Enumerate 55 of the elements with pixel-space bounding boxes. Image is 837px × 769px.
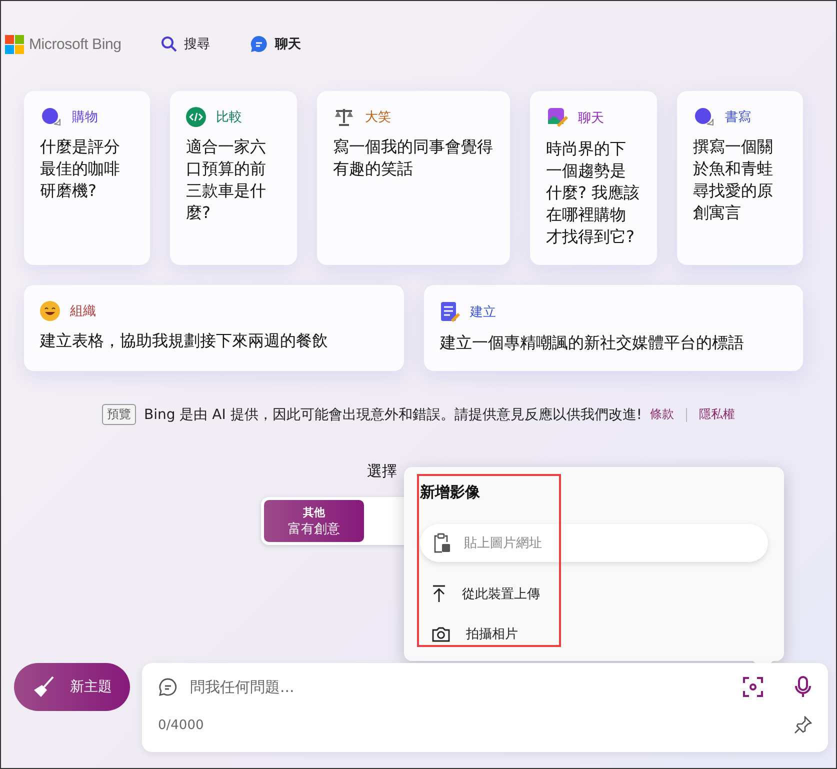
chat-bubble-icon bbox=[693, 107, 715, 127]
card-category: 聊天 bbox=[578, 110, 604, 127]
image-url-input[interactable]: 貼上圖片網址 bbox=[462, 534, 716, 552]
suggestion-card[interactable]: 組織 建立表格，協助我規劃接下來兩週的餐飲 bbox=[24, 285, 404, 371]
card-category: 購物 bbox=[72, 109, 98, 126]
upload-icon bbox=[432, 585, 446, 603]
card-prompt: 寫一個我的同事會覺得有趣的笑話 bbox=[333, 136, 494, 180]
chat-icon bbox=[250, 35, 268, 53]
card-category: 比較 bbox=[216, 109, 242, 126]
character-counter: 0/4000 bbox=[158, 718, 204, 732]
tone-option[interactable]: 其他 富有創意 bbox=[264, 500, 364, 542]
chat-bubble-icon bbox=[40, 107, 62, 127]
card-category: 組織 bbox=[70, 303, 96, 320]
suggestion-card[interactable]: 書寫 撰寫一個關於魚和青蛙尋找愛的原創寓言 bbox=[677, 91, 803, 265]
smiley-icon bbox=[40, 301, 60, 321]
preview-badge: 預覽 bbox=[102, 404, 136, 425]
popup-title: 新增影像 bbox=[420, 483, 481, 502]
notepad-icon bbox=[440, 301, 460, 323]
visual-search-button[interactable] bbox=[742, 676, 764, 698]
popup-menu-item[interactable]: 從此裝置上傳 bbox=[420, 574, 768, 614]
chat-icon bbox=[158, 677, 178, 697]
card-prompt: 建立一個專精嘲諷的新社交媒體平台的標語 bbox=[440, 332, 745, 354]
search-icon bbox=[161, 36, 178, 52]
code-icon bbox=[186, 107, 206, 127]
scales-icon bbox=[333, 107, 355, 127]
card-category: 建立 bbox=[470, 304, 496, 321]
logo-text: Microsoft Bing bbox=[29, 36, 122, 52]
card-category: 書寫 bbox=[725, 109, 751, 126]
card-prompt: 什麼是評分最佳的咖啡研磨機? bbox=[40, 136, 121, 202]
microphone-button[interactable] bbox=[794, 676, 812, 698]
pin-button[interactable] bbox=[794, 716, 812, 734]
footer-link[interactable]: 隱私權 bbox=[698, 406, 735, 423]
logo-icon bbox=[5, 34, 24, 54]
footer-link[interactable]: 條款 bbox=[650, 406, 674, 423]
image-brush-icon bbox=[546, 107, 568, 129]
disclaimer-text: Bing 是由 AI 提供，因此可能會出現意外和錯誤。請提供意見反應以供我們改進! bbox=[144, 406, 642, 424]
tone-title: 選擇 bbox=[367, 462, 398, 481]
card-prompt: 撰寫一個關於魚和青蛙尋找愛的原創寓言 bbox=[693, 136, 774, 224]
card-prompt: 建立表格，協助我規劃接下來兩週的餐飲 bbox=[40, 330, 329, 352]
card-category: 大笑 bbox=[365, 109, 391, 126]
suggestion-card[interactable]: 聊天 時尚界的下一個趨勢是什麼? 我應該在哪裡購物才找得到它? bbox=[530, 91, 657, 265]
broom-icon bbox=[32, 675, 56, 699]
suggestion-card[interactable]: 大笑 寫一個我的同事會覺得有趣的笑話 bbox=[317, 91, 510, 265]
new-topic-button[interactable]: 新主題 bbox=[14, 663, 130, 711]
suggestion-card[interactable]: 購物 什麼是評分最佳的咖啡研磨機? bbox=[24, 91, 150, 265]
clipboard-image-icon bbox=[434, 533, 450, 553]
card-prompt: 適合一家六口預算的前三款車是什麼? bbox=[186, 136, 267, 224]
suggestion-card[interactable]: 建立 建立一個專精嘲諷的新社交媒體平台的標語 bbox=[424, 285, 803, 371]
nav-link[interactable]: 搜尋 bbox=[161, 35, 210, 53]
image-url-field[interactable]: 貼上圖片網址 bbox=[420, 524, 768, 562]
card-prompt: 時尚界的下一個趨勢是什麼? 我應該在哪裡購物才找得到它? bbox=[546, 138, 641, 248]
popup-menu-item[interactable]: 拍攝相片 bbox=[420, 614, 768, 654]
suggestion-card[interactable]: 比較 適合一家六口預算的前三款車是什麼? bbox=[170, 91, 297, 265]
camera-icon bbox=[432, 626, 450, 642]
nav-link[interactable]: 聊天 bbox=[250, 35, 302, 53]
